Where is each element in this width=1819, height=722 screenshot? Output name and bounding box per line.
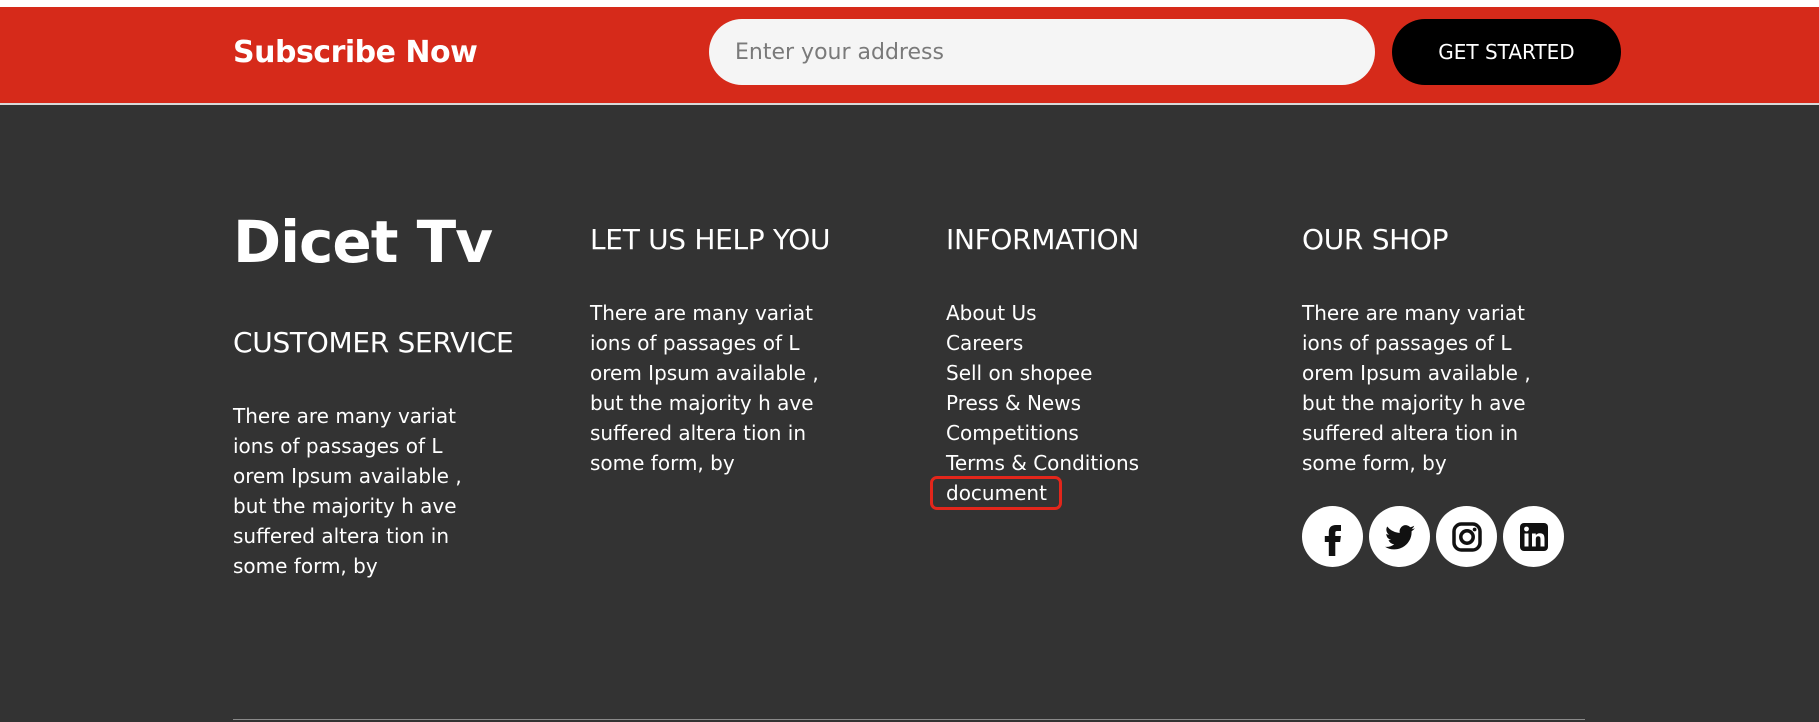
link-document[interactable]: document xyxy=(930,476,1139,510)
customer-service-heading: CUSTOMER SERVICE xyxy=(233,326,514,359)
link-about-us[interactable]: About Us xyxy=(946,298,1139,328)
facebook-icon[interactable] xyxy=(1302,506,1363,567)
link-press-news[interactable]: Press & News xyxy=(946,388,1139,418)
subscribe-title: Subscribe Now xyxy=(233,35,478,70)
social-links xyxy=(1302,506,1564,567)
link-terms-conditions[interactable]: Terms & Conditions xyxy=(946,448,1139,478)
information-links: About Us Careers Sell on shopee Press & … xyxy=(930,298,1139,510)
get-started-button[interactable]: GET STARTED xyxy=(1392,19,1621,85)
help-heading: LET US HELP YOU xyxy=(590,223,831,256)
page: Subscribe Now GET STARTED Dicet Tv CUSTO… xyxy=(0,0,1819,722)
footer-bottom-divider xyxy=(233,719,1585,720)
shop-text: There are many variat ions of passages o… xyxy=(1302,301,1531,475)
logo[interactable]: Dicet Tv xyxy=(233,213,493,271)
subscribe-bar: Subscribe Now GET STARTED xyxy=(0,7,1819,103)
footer: Dicet Tv CUSTOMER SERVICE There are many… xyxy=(0,105,1819,722)
instagram-icon[interactable] xyxy=(1436,506,1497,567)
link-careers[interactable]: Careers xyxy=(946,328,1139,358)
link-competitions[interactable]: Competitions xyxy=(946,418,1139,448)
information-heading: INFORMATION xyxy=(946,223,1139,256)
linkedin-icon[interactable] xyxy=(1503,506,1564,567)
link-sell-on-shopee[interactable]: Sell on shopee xyxy=(946,358,1139,388)
twitter-icon[interactable] xyxy=(1369,506,1430,567)
help-text: There are many variat ions of passages o… xyxy=(590,301,819,475)
address-input[interactable] xyxy=(709,19,1375,85)
shop-heading: OUR SHOP xyxy=(1302,223,1449,256)
customer-service-text: There are many variat ions of passages o… xyxy=(233,404,462,578)
